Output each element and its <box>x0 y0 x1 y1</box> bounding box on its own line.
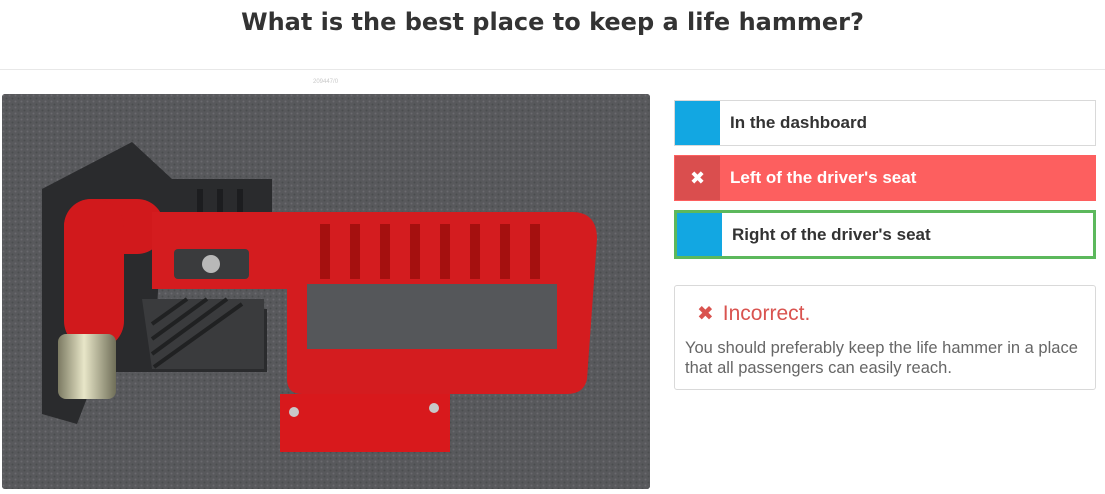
question-image <box>2 94 650 489</box>
option-label: Left of the driver's seat <box>730 168 917 187</box>
answer-option-left-of-driver[interactable]: ✖ Left of the driver's seat <box>674 155 1096 201</box>
answer-option-dashboard[interactable]: In the dashboard <box>674 100 1096 146</box>
feedback-message: You should preferably keep the life hamm… <box>685 339 1078 377</box>
option-label: In the dashboard <box>730 113 867 132</box>
option-marker <box>675 101 720 145</box>
feedback-header: ✖ Incorrect. <box>697 301 810 326</box>
option-marker <box>677 213 722 256</box>
answer-option-right-of-driver[interactable]: Right of the driver's seat <box>674 210 1096 259</box>
feedback-status: Incorrect. <box>722 301 811 325</box>
question-title: What is the best place to keep a life ha… <box>241 8 864 36</box>
feedback-panel: ✖ Incorrect. You should preferably keep … <box>674 285 1096 390</box>
life-hammer-illustration <box>2 94 650 489</box>
error-x-icon: ✖ <box>697 303 714 325</box>
wrong-x-icon: ✖ <box>675 156 720 200</box>
header-divider <box>0 69 1105 70</box>
option-label: Right of the driver's seat <box>732 224 931 244</box>
image-id-caption: 209447/0 <box>313 79 339 85</box>
